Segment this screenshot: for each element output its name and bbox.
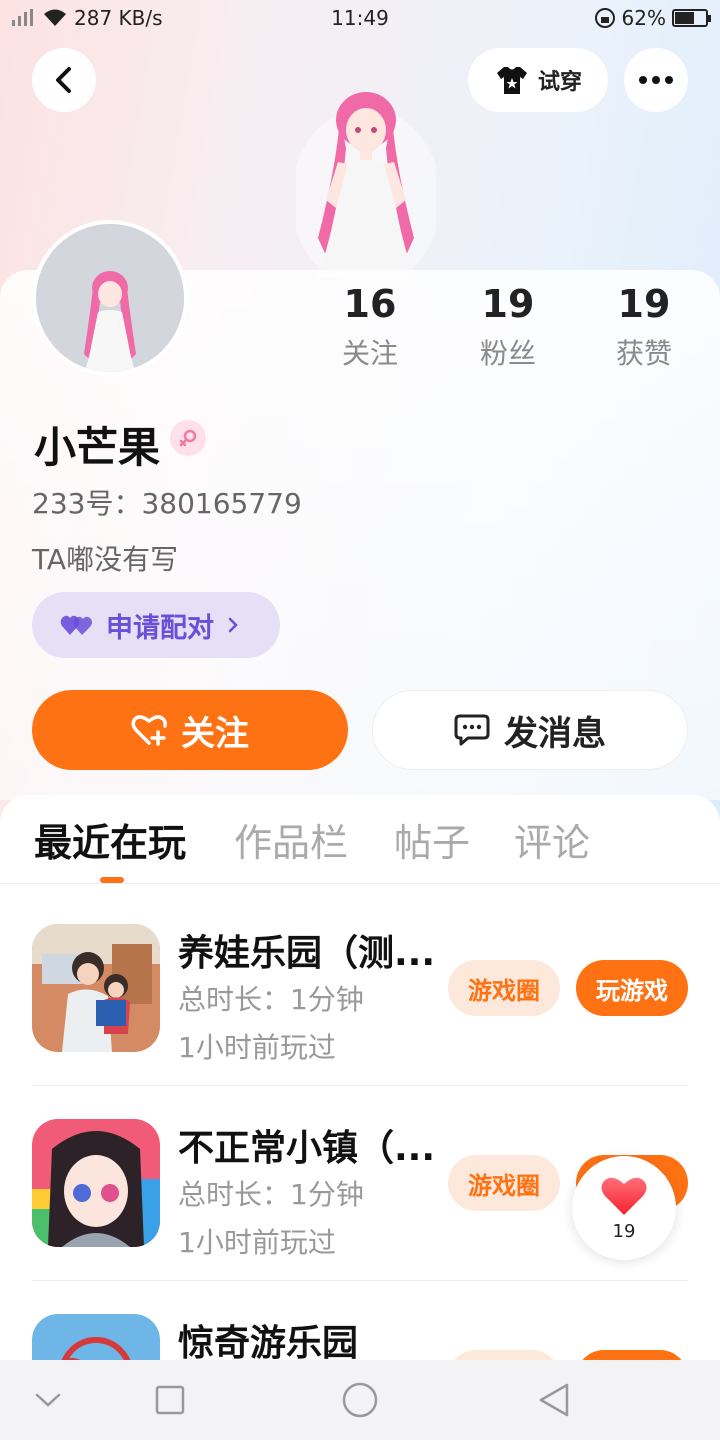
heart-plus-icon [131,715,167,746]
tabs-divider [0,883,720,884]
nav-home-button[interactable] [340,1380,380,1420]
female-gender-icon [170,420,206,456]
chevron-right-icon [228,617,238,633]
nav-back-button[interactable] [534,1380,574,1420]
tab-comments[interactable]: 评论 [514,812,590,867]
user-id: 233号：380165779 [32,487,302,520]
game-total-duration: 总时长：1分钟 [178,983,364,1016]
avatar[interactable] [32,220,188,376]
like-count: 19 [612,1220,636,1242]
try-on-label: 试穿 [537,70,582,95]
play-game-button[interactable] [576,1350,688,1360]
row-divider [32,1085,688,1086]
send-message-label: 发消息 [504,713,606,754]
more-button[interactable] [624,48,688,112]
game-last-played: 1小时前玩过 [178,1226,336,1259]
heart-icon [601,1177,647,1215]
fans-stat[interactable]: 19 粉丝 [448,282,568,372]
status-right: 62% [594,6,711,30]
battery-fill [675,12,694,24]
floating-like-button[interactable]: 19 [572,1156,676,1260]
battery-icon [672,9,711,27]
tab-works[interactable]: 作品栏 [234,812,348,867]
rotation-lock-icon [594,8,615,28]
send-message-button[interactable]: 发消息 [372,690,688,770]
request-pair-button[interactable]: 申请配对 [32,592,280,658]
likes-count: 19 [617,282,671,326]
game-list-item[interactable]: 惊奇游乐园 [32,1314,688,1360]
triangle-back-icon [539,1383,569,1417]
chevron-down-icon [35,1393,61,1407]
circle-icon [342,1382,378,1418]
profile-name: 小芒果 [34,423,161,472]
row-divider [32,1280,688,1281]
game-circle-button[interactable] [448,1350,560,1360]
game-last-played: 1小时前玩过 [178,1031,336,1064]
try-on-button[interactable]: 试穿 [468,48,608,112]
following-label: 关注 [341,337,398,370]
tab-posts[interactable]: 帖子 [394,812,470,867]
follow-button[interactable]: 关注 [32,690,348,770]
game-circle-button[interactable]: 游戏圈 [448,1155,560,1211]
user-bio: TA嘟没有写 [32,543,179,576]
following-count: 16 [343,282,397,326]
profile-tabs: 最近在玩 作品栏 帖子 评论 [0,812,720,882]
square-icon [155,1385,185,1415]
hearts-icon [60,615,92,635]
game-list-item[interactable]: 养娃乐园（测... 总时长：1分钟 1小时前玩过 游戏圈 玩游戏 [32,924,688,1119]
game-icon-yangwa [32,924,160,1052]
status-bar: 287 KB/s 11:49 62% [0,0,720,38]
system-nav-bar [0,1360,720,1440]
game-icon-buzhengchang [32,1119,160,1247]
game-title: 养娃乐园（测... [178,933,436,974]
game-title: 惊奇游乐园 [178,1323,359,1360]
game-title: 不正常小镇（... [178,1128,436,1169]
tab-recently-played[interactable]: 最近在玩 [34,812,186,867]
more-dots-icon [639,76,673,84]
game-circle-button[interactable]: 游戏圈 [448,960,560,1016]
request-pair-label: 申请配对 [106,612,214,644]
follow-label: 关注 [181,713,249,754]
nav-recents-button[interactable] [150,1380,190,1420]
avatar-character-illustration [296,92,436,278]
message-bubble-icon [454,714,490,746]
tshirt-icon [496,67,527,94]
avatar-image [36,224,184,372]
battery-percent: 62% [621,6,666,30]
likes-label: 获赞 [615,337,672,370]
likes-stat[interactable]: 19 获赞 [584,282,704,372]
following-stat[interactable]: 16 关注 [310,282,430,372]
fans-count: 19 [481,282,535,326]
game-icon-jingqi [32,1314,160,1360]
play-game-button[interactable]: 玩游戏 [576,960,688,1016]
game-total-duration: 总时长：1分钟 [178,1178,364,1211]
nav-collapse-button[interactable] [28,1380,68,1420]
back-button[interactable] [32,48,96,112]
back-arrow-icon [56,67,71,93]
fans-label: 粉丝 [479,337,536,370]
